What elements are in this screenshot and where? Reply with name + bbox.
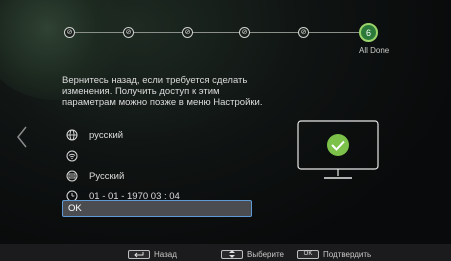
check-icon bbox=[327, 134, 349, 156]
hint-back: Назад bbox=[128, 249, 177, 259]
date-time-value: 01 - 01 - 1970 03 : 04 bbox=[89, 190, 180, 201]
list-item-language: русский bbox=[62, 127, 123, 143]
progress-steps: ⊘ ⊘ ⊘ ⊘ ⊘ 6 All Done bbox=[62, 23, 392, 55]
list-item-date-time: 01 - 01 - 1970 03 : 04 bbox=[62, 188, 180, 200]
ok-key: OK bbox=[297, 249, 319, 259]
hint-select: Выберите bbox=[221, 249, 284, 259]
language-value: русский bbox=[89, 129, 124, 141]
globe-icon bbox=[66, 129, 78, 141]
progress-line bbox=[72, 32, 372, 33]
ok-button[interactable]: OK bbox=[62, 200, 252, 217]
return-key-icon bbox=[128, 249, 150, 259]
setup-wizard-screen: ⊘ ⊘ ⊘ ⊘ ⊘ 6 All Done Вернитесь назад, ес… bbox=[0, 0, 451, 261]
subtitle-language-value: Русский bbox=[89, 170, 125, 182]
subtitle-icon bbox=[66, 170, 78, 182]
step-2-done: ⊘ bbox=[123, 27, 134, 38]
up-down-key-icon bbox=[221, 249, 243, 259]
back-chevron-icon[interactable] bbox=[15, 126, 29, 148]
step-5-done: ⊘ bbox=[298, 27, 309, 38]
instruction-text: Вернитесь назад, если требуется сделать … bbox=[62, 75, 263, 108]
tv-complete-illustration bbox=[297, 120, 379, 179]
step-1-done: ⊘ bbox=[64, 27, 75, 38]
step-3-done: ⊘ bbox=[182, 27, 193, 38]
step-label-all-done: All Done bbox=[359, 46, 390, 55]
clock-icon bbox=[66, 190, 78, 200]
hint-confirm: OK Подтвердить bbox=[297, 249, 371, 259]
settings-summary-list: русский Русский 01 - 01 - 1970 03: 04 bbox=[62, 127, 262, 200]
hint-select-label: Выберите bbox=[247, 249, 284, 259]
step-4-done: ⊘ bbox=[239, 27, 250, 38]
list-item-network bbox=[62, 148, 89, 164]
hint-confirm-label: Подтвердить bbox=[323, 249, 372, 259]
hint-back-label: Назад bbox=[154, 249, 177, 259]
wifi-icon bbox=[66, 150, 78, 162]
step-6-active: 6 bbox=[359, 23, 378, 42]
list-item-subtitles: Русский bbox=[62, 168, 124, 184]
